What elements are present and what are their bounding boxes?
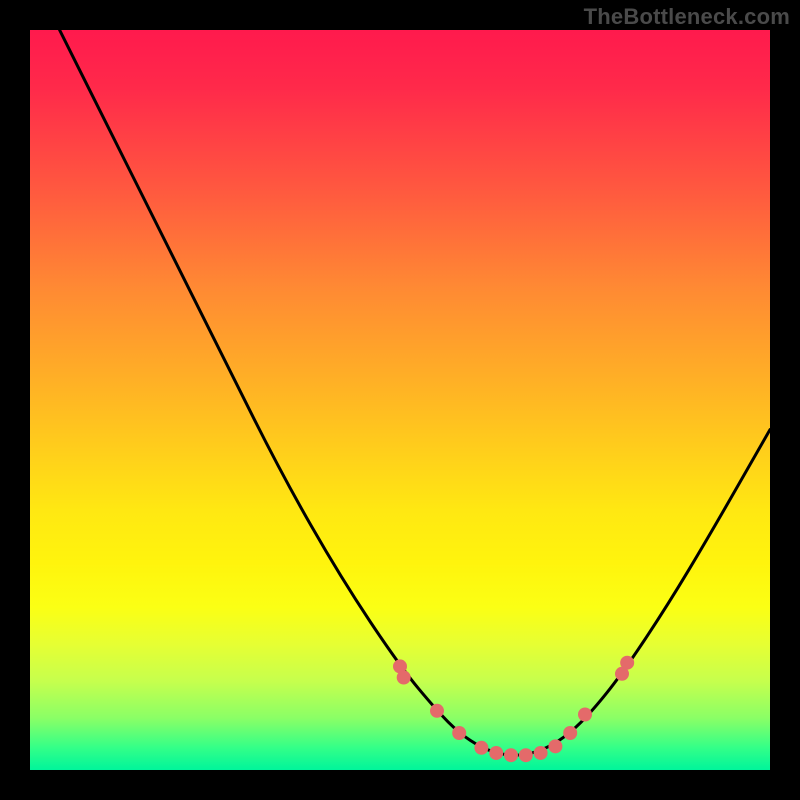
highlight-dot	[504, 748, 518, 762]
chart-frame: TheBottleneck.com	[0, 0, 800, 800]
highlight-dot	[534, 746, 548, 760]
highlight-dot	[452, 726, 466, 740]
highlight-dot	[489, 746, 503, 760]
highlight-dot	[620, 656, 634, 670]
highlight-dot	[563, 726, 577, 740]
chart-svg	[30, 30, 770, 770]
highlight-dots-group	[393, 656, 634, 763]
watermark-text: TheBottleneck.com	[584, 4, 790, 30]
highlight-dot	[474, 741, 488, 755]
highlight-dot	[548, 739, 562, 753]
highlight-dot	[578, 708, 592, 722]
bottleneck-curve	[60, 30, 770, 755]
highlight-dot	[519, 748, 533, 762]
highlight-dot	[430, 704, 444, 718]
plot-area	[30, 30, 770, 770]
highlight-dot	[397, 671, 411, 685]
